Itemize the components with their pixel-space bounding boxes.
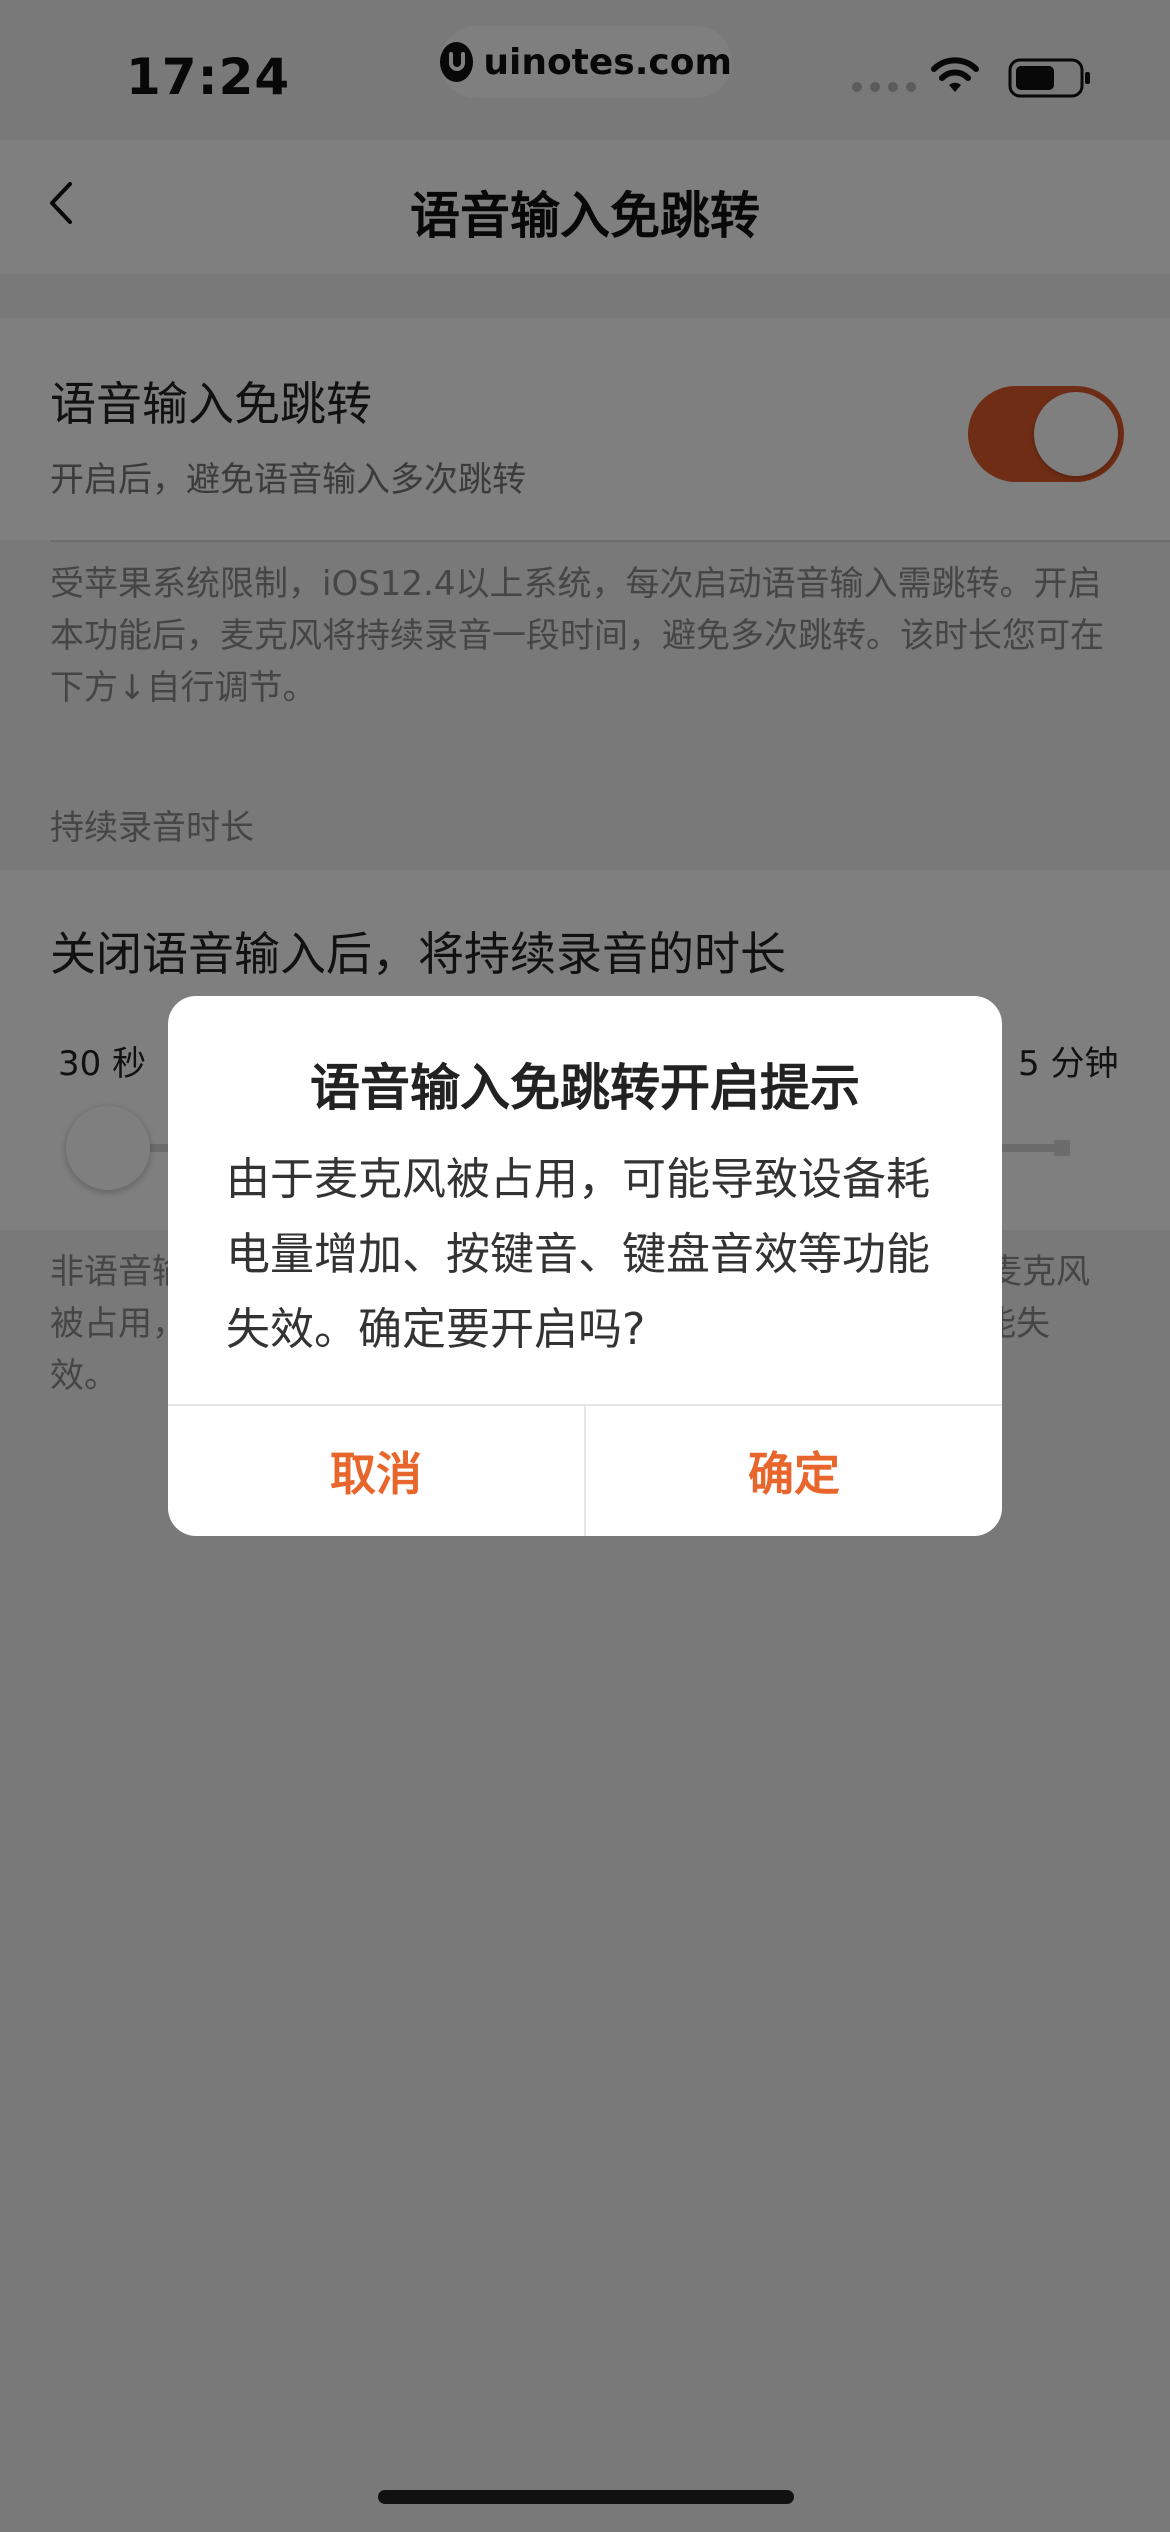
dialog-title: 语音输入免跳转开启提示 [310, 1059, 860, 1117]
confirm-dialog: 语音输入免跳转开启提示 由于麦克风被占用，可能导致设备耗电量增加、按键音、键盘音… [168, 996, 1002, 1536]
confirm-button[interactable]: 确定 [586, 1406, 1002, 1536]
dialog-message: 由于麦克风被占用，可能导致设备耗电量增加、按键音、键盘音效等功能失效。确定要开启… [226, 1154, 930, 1355]
cancel-button[interactable]: 取消 [168, 1406, 584, 1536]
home-indicator[interactable] [378, 2490, 794, 2504]
